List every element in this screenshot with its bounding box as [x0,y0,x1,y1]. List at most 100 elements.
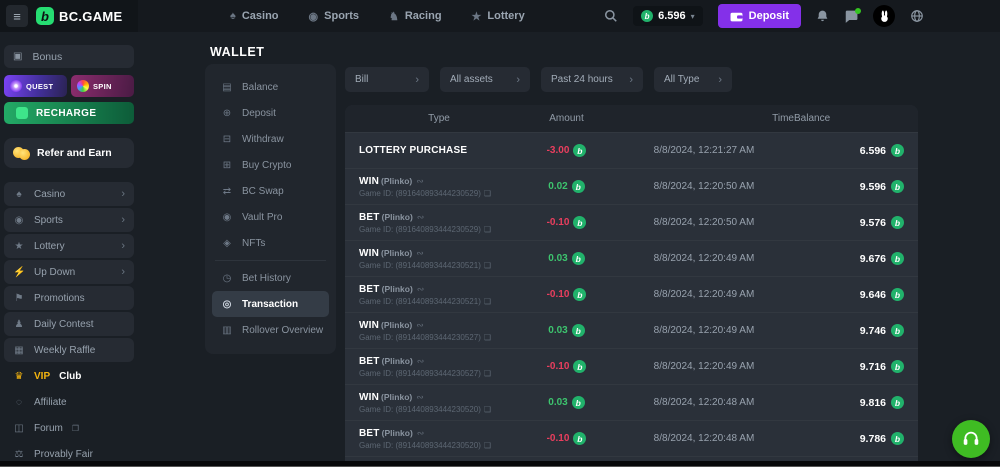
wallet-menu-item[interactable]: ⊞ Buy Crypto [212,152,329,178]
link-icon[interactable]: ∾ [417,212,425,223]
table-row[interactable]: BET (Plinko) ∾ Game ID: (891440893444230… [345,348,918,384]
filter-dropdown[interactable]: All Type › [654,67,732,92]
sidebar-menu-item[interactable]: ♠ Casino › [4,182,134,206]
wallet-menu-item[interactable]: ◈ NFTs [212,230,329,256]
sidebar-menu-item[interactable]: ⚡ Up Down › [4,260,134,284]
table-row[interactable]: WIN (Plinko) ∾ Game ID: (891640893444230… [345,168,918,204]
link-icon[interactable]: ∾ [416,176,424,187]
chevron-right-icon: › [718,74,722,86]
copy-icon[interactable]: ❏ [484,297,491,306]
top-nav-item[interactable]: ♞ Racing [389,10,442,23]
wallet-menu-item[interactable]: ◉ Vault Pro [212,204,329,230]
table-row[interactable]: BET (Plinko) ∾ Game ID: (891640893444230… [345,204,918,240]
bc-coin-icon: b [891,252,904,265]
copy-icon[interactable]: ❏ [484,225,491,234]
wallet-menu-item[interactable]: ◷ Bet History [212,265,329,291]
game-name: (Plinko) [382,284,413,294]
spin-label: SPIN [93,82,112,91]
amount-value: -0.10 [547,289,570,300]
chevron-right-icon: › [121,188,125,200]
bc-coin-icon: b [891,288,904,301]
top-nav-item[interactable]: ◉ Sports [309,10,359,23]
horizontal-scrollbar[interactable] [0,461,1000,467]
bc-coin-icon: b [572,324,585,337]
wallet-balance-icon: ▤ [221,82,233,93]
menu-icon[interactable]: ≡ [6,5,28,27]
deposit-button[interactable]: Deposit [718,4,801,28]
sidebar-menu-item[interactable]: ♛ VIP Club [4,364,134,388]
wallet-menu-item[interactable]: ⊕ Deposit [212,100,329,126]
table-row[interactable]: BET (Plinko) ∾ Game ID: (891440893444230… [345,276,918,312]
column-header: Balance [794,113,904,124]
copy-icon[interactable]: ❏ [484,261,491,270]
search-icon[interactable] [604,9,618,23]
table-row[interactable]: LOTTERY PURCHASE -3.00 b 8/8/2024, 12:21… [345,132,918,168]
link-icon[interactable]: ∾ [417,428,425,439]
balance-cell: 6.596 b [794,144,904,157]
spin-card[interactable]: SPIN [71,75,134,97]
copy-icon[interactable]: ❏ [484,189,491,198]
wallet-menu-item[interactable]: ⇄ BC Swap [212,178,329,204]
game-id: Game ID: (891440893444230521) [359,261,481,270]
table-row[interactable]: WIN (Plinko) ∾ Game ID: (891440893444230… [345,312,918,348]
sidebar-menu-item[interactable]: ◫ Forum ❐ [4,416,134,440]
link-icon[interactable]: ∾ [417,284,425,295]
filter-dropdown[interactable]: Bill › [345,67,429,92]
table-row[interactable]: BET (Plinko) ∾ Game ID: (891440893444230… [345,420,918,456]
table-row[interactable]: WIN (Plinko) ∾ Game ID: (891440893444230… [345,384,918,420]
sidebar-menu-item[interactable]: ◌ Affiliate [4,390,134,414]
quest-card[interactable]: QUEST [4,75,67,97]
copy-icon[interactable]: ❏ [484,441,491,450]
provably-fair-icon: ⚖ [13,449,25,460]
copy-icon[interactable]: ❏ [484,405,491,414]
sidebar-item-label: Forum [34,423,63,434]
quest-target-icon [10,80,22,92]
recharge-label: RECHARGE [36,108,96,119]
sidebar-menu-item[interactable]: ♟ Daily Contest [4,312,134,336]
filter-dropdown[interactable]: Past 24 hours › [541,67,643,92]
topbar: ≡ b BC.GAME ♠ Casino ◉ Sports ♞ Racing ★ [0,0,1000,32]
notifications-bell-icon[interactable] [816,9,829,23]
live-support-button[interactable] [952,420,990,458]
sidebar-menu-item[interactable]: ▦ Weekly Raffle [4,338,134,362]
link-icon[interactable]: ∾ [416,248,424,259]
refer-and-earn-card[interactable]: Refer and Earn [4,138,134,168]
table-row[interactable]: WIN (Plinko) ∾ Game ID: (891440893444230… [345,240,918,276]
copy-icon[interactable]: ❏ [484,369,491,378]
game-name: (Plinko) [381,320,412,330]
user-avatar[interactable] [873,5,895,27]
sidebar-menu-item[interactable]: ◉ Sports › [4,208,134,232]
rollover-icon: ▥ [221,325,233,336]
wallet-menu-item[interactable]: ▤ Balance [212,74,329,100]
balance-selector[interactable]: b 6.596 ▾ [633,6,703,26]
top-nav-item[interactable]: ♠ Casino [230,10,279,23]
lottery-icon: ★ [472,10,482,23]
bc-coin-icon: b [572,180,585,193]
wallet-menu-item[interactable]: ⊟ Withdraw [212,126,329,152]
link-icon[interactable]: ∾ [416,392,424,403]
type-cell: WIN (Plinko) ∾ Game ID: (891440893444230… [359,248,519,270]
page-title: WALLET [210,45,264,59]
top-nav-item[interactable]: ★ Lottery [472,10,525,23]
language-globe-icon[interactable] [910,9,924,23]
chat-icon[interactable] [844,10,858,23]
wallet-item-label: Deposit [242,108,276,119]
balance-cell: 9.786 b [794,432,904,445]
sidebar-menu-item[interactable]: ★ Lottery › [4,234,134,258]
sidebar-menu-item[interactable]: ⚑ Promotions [4,286,134,310]
wallet-menu-item[interactable]: ◎ Transaction [212,291,329,317]
filter-dropdown[interactable]: All assets › [440,67,530,92]
wallet-menu-item[interactable]: ▥ Rollover Overview [212,317,329,343]
transaction-type: LOTTERY PURCHASE [359,145,467,156]
link-icon[interactable]: ∾ [416,320,424,331]
time-cell: 8/8/2024, 12:20:49 AM [614,253,794,264]
filter-label: Past 24 hours [551,74,613,85]
sidebar-item-bonus[interactable]: ▣ Bonus [4,45,134,68]
wallet-item-label: Buy Crypto [242,160,291,171]
wallet-item-label: Bet History [242,273,291,284]
bc-game-logo[interactable]: b BC.GAME [36,7,123,25]
link-icon[interactable]: ∾ [417,356,425,367]
game-id: Game ID: (891440893444230521) [359,297,481,306]
recharge-card[interactable]: RECHARGE [4,102,134,124]
copy-icon[interactable]: ❏ [484,333,491,342]
